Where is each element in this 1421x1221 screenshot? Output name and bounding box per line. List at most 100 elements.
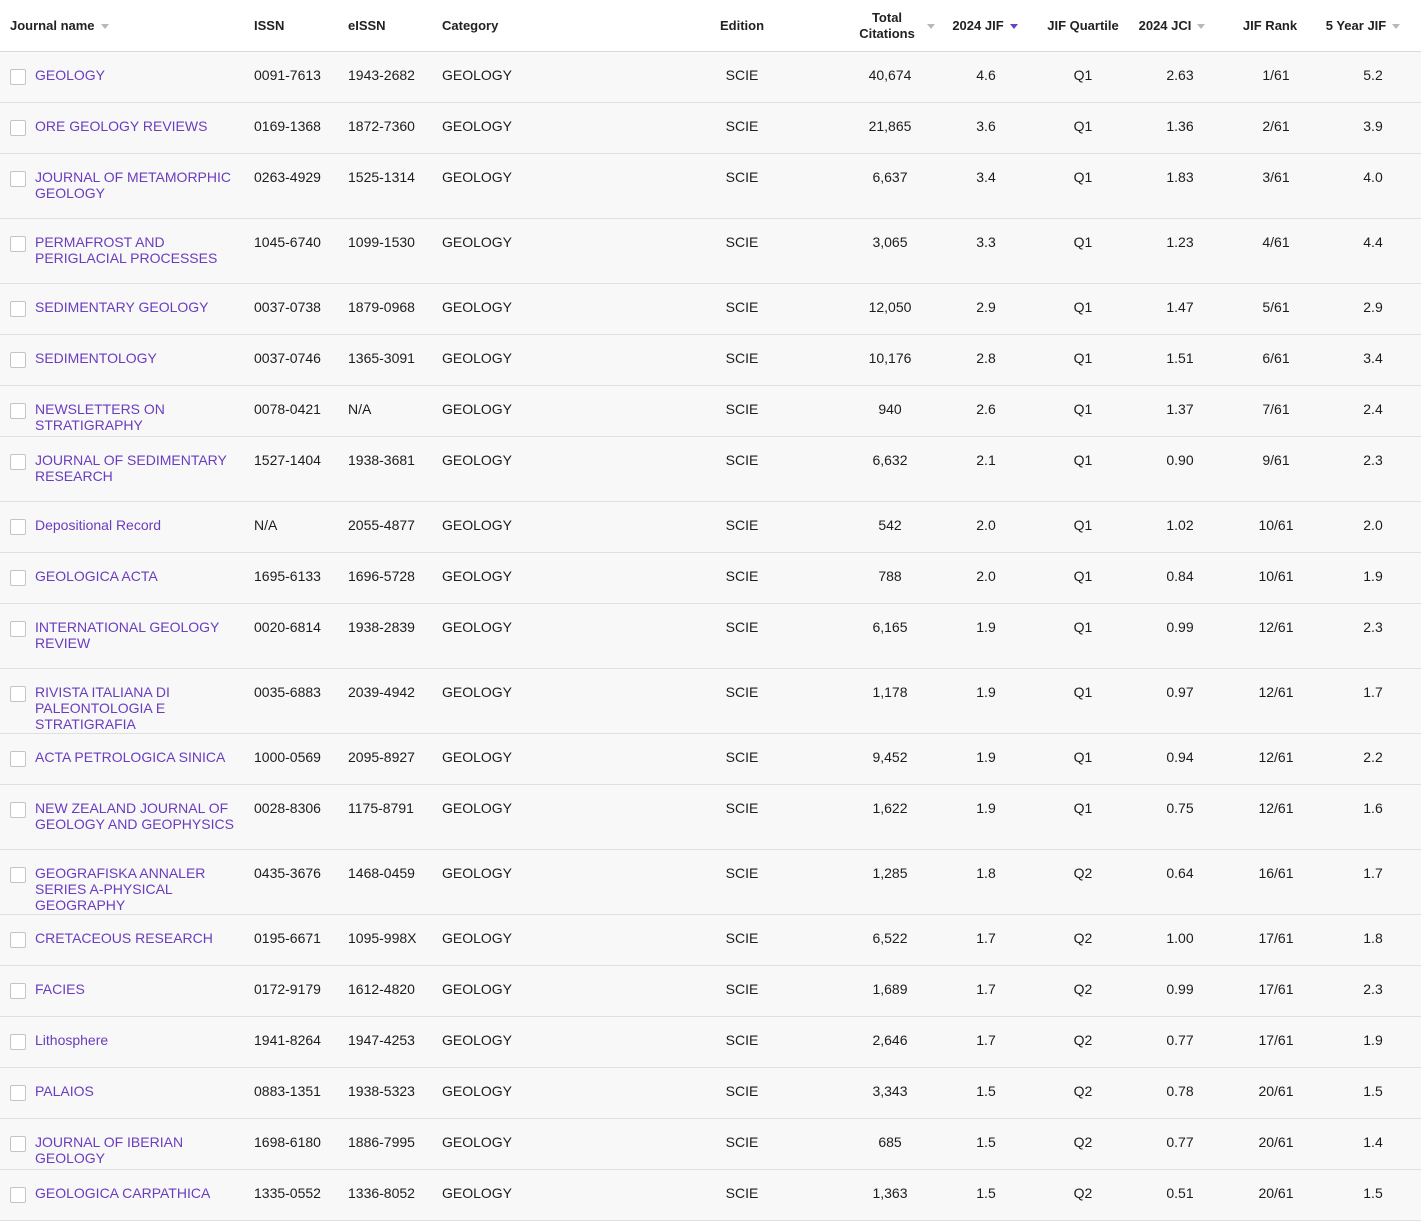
journal-name-link[interactable]: GEOLOGICA CARPATHICA	[35, 1185, 253, 1201]
row-select-checkbox[interactable]	[10, 686, 26, 702]
jif-rank-cell: 5/61	[1262, 299, 1290, 315]
row-select-checkbox[interactable]	[10, 1085, 26, 1101]
journal-name-link[interactable]: NEW ZEALAND JOURNAL OF GEOLOGY AND GEOPH…	[35, 800, 253, 832]
jif-cell: 1.5	[976, 1185, 996, 1201]
jif-cell: 4.6	[976, 67, 996, 83]
issn-cell: 0037-0746	[254, 350, 321, 366]
row-select-checkbox[interactable]	[10, 120, 26, 136]
row-select-checkbox[interactable]	[10, 236, 26, 252]
journal-name-link[interactable]: ORE GEOLOGY REVIEWS	[35, 118, 253, 134]
col-total-citations-label: Total Citations	[859, 10, 915, 42]
col-jif-header[interactable]: 2024 JIF	[944, 0, 1026, 52]
row-select-checkbox[interactable]	[10, 751, 26, 767]
sort-caret-icon	[1197, 23, 1206, 29]
row-select-checkbox[interactable]	[10, 454, 26, 470]
row-select-checkbox[interactable]	[10, 69, 26, 85]
category-cell: GEOLOGY	[442, 1185, 513, 1201]
eissn-cell: 2095-8927	[348, 749, 415, 765]
category-cell: GEOLOGY	[442, 930, 513, 946]
jci-cell: 0.75	[1166, 800, 1194, 816]
col-category-header: Category	[442, 0, 498, 52]
jci-cell: 0.64	[1166, 865, 1194, 881]
jif-rank-cell: 3/61	[1262, 169, 1290, 185]
issn-cell: 1941-8264	[254, 1032, 321, 1048]
row-select-checkbox[interactable]	[10, 171, 26, 187]
row-select-checkbox[interactable]	[10, 802, 26, 818]
journal-name-link[interactable]: SEDIMENTOLOGY	[35, 350, 253, 366]
total-citations-cell: 1,178	[872, 684, 908, 700]
row-select-checkbox[interactable]	[10, 403, 26, 419]
total-citations-cell: 21,865	[868, 118, 912, 134]
five-year-jif-cell: 2.3	[1363, 452, 1383, 468]
journal-name-link[interactable]: NEWSLETTERS ON STRATIGRAPHY	[35, 401, 253, 433]
total-citations-cell: 6,632	[872, 452, 908, 468]
category-cell: GEOLOGY	[442, 299, 513, 315]
row-select-checkbox[interactable]	[10, 932, 26, 948]
five-year-jif-cell: 2.3	[1363, 981, 1383, 997]
edition-cell: SCIE	[725, 800, 759, 816]
table-row: GEOLOGICA ACTA 1695-6133 1696-5728 GEOLOGY S…	[0, 553, 1421, 604]
journal-name-link[interactable]: GEOLOGICA ACTA	[35, 568, 253, 584]
issn-cell: 1045-6740	[254, 234, 321, 250]
sort-caret-icon	[100, 23, 109, 29]
total-citations-cell: 6,165	[872, 619, 908, 635]
journal-name-link[interactable]: PERMAFROST AND PERIGLACIAL PROCESSES	[35, 234, 253, 266]
row-select-checkbox[interactable]	[10, 983, 26, 999]
journal-name-link[interactable]: PALAIOS	[35, 1083, 253, 1099]
journal-name-link[interactable]: Depositional Record	[35, 517, 253, 533]
row-select-checkbox[interactable]	[10, 1187, 26, 1203]
journal-name-link[interactable]: RIVISTA ITALIANA DI PALEONTOLOGIA E STRA…	[35, 684, 253, 732]
row-select-checkbox[interactable]	[10, 301, 26, 317]
five-year-jif-cell: 4.0	[1363, 169, 1383, 185]
row-select-checkbox[interactable]	[10, 621, 26, 637]
col-five-year-jif-header[interactable]: 5 Year JIF	[1318, 0, 1408, 52]
five-year-jif-cell: 1.4	[1363, 1134, 1383, 1150]
table-body: GEOLOGY 0091-7613 1943-2682 GEOLOGY SCIE 40,6…	[0, 52, 1421, 1221]
journal-name-link[interactable]: INTERNATIONAL GEOLOGY REVIEW	[35, 619, 253, 651]
journal-name-link[interactable]: GEOGRAFISKA ANNALER SERIES A-PHYSICAL GE…	[35, 865, 253, 913]
total-citations-cell: 3,343	[872, 1083, 908, 1099]
table-row: JOURNAL OF SEDIMENTARY RESEARCH 1527-1404…	[0, 437, 1421, 502]
jif-quartile-cell: Q1	[1073, 800, 1093, 816]
eissn-cell: 1468-0459	[348, 865, 415, 881]
edition-cell: SCIE	[725, 930, 759, 946]
jci-cell: 1.51	[1166, 350, 1194, 366]
journal-name-link[interactable]: JOURNAL OF IBERIAN GEOLOGY	[35, 1134, 253, 1166]
col-total-citations-header[interactable]: Total Citations	[842, 0, 952, 52]
col-jci-header[interactable]: 2024 JCI	[1130, 0, 1214, 52]
journal-name-link[interactable]: Lithosphere	[35, 1032, 253, 1048]
jif-cell: 3.6	[976, 118, 996, 134]
row-select-checkbox[interactable]	[10, 352, 26, 368]
jif-quartile-cell: Q1	[1073, 517, 1093, 533]
eissn-cell: 1938-5323	[348, 1083, 415, 1099]
row-select-checkbox[interactable]	[10, 1034, 26, 1050]
eissn-cell: 1947-4253	[348, 1032, 415, 1048]
row-select-checkbox[interactable]	[10, 570, 26, 586]
jif-rank-cell: 12/61	[1258, 749, 1294, 765]
row-select-checkbox[interactable]	[10, 1136, 26, 1152]
total-citations-cell: 685	[878, 1134, 902, 1150]
journal-name-link[interactable]: GEOLOGY	[35, 67, 253, 83]
journal-name-link[interactable]: SEDIMENTARY GEOLOGY	[35, 299, 253, 315]
jif-rank-cell: 9/61	[1262, 452, 1290, 468]
row-select-checkbox[interactable]	[10, 519, 26, 535]
edition-cell: SCIE	[725, 517, 759, 533]
journal-name-link[interactable]: ACTA PETROLOGICA SINICA	[35, 749, 253, 765]
table-row: INTERNATIONAL GEOLOGY REVIEW 0020-6814 193…	[0, 604, 1421, 669]
edition-cell: SCIE	[725, 299, 759, 315]
journal-name-link[interactable]: JOURNAL OF METAMORPHIC GEOLOGY	[35, 169, 253, 201]
edition-cell: SCIE	[725, 234, 759, 250]
journal-name-link[interactable]: FACIES	[35, 981, 253, 997]
journal-name-link[interactable]: CRETACEOUS RESEARCH	[35, 930, 253, 946]
five-year-jif-cell: 3.9	[1363, 118, 1383, 134]
jif-rank-cell: 12/61	[1258, 619, 1294, 635]
row-select-checkbox[interactable]	[10, 867, 26, 883]
journal-name-link[interactable]: JOURNAL OF SEDIMENTARY RESEARCH	[35, 452, 253, 484]
five-year-jif-cell: 1.8	[1363, 930, 1383, 946]
col-journal-name-header[interactable]: Journal name	[10, 0, 109, 52]
table-row: Lithosphere 1941-8264 1947-4253 GEOLOGY SCIE…	[0, 1017, 1421, 1068]
jci-cell: 0.99	[1166, 619, 1194, 635]
edition-cell: SCIE	[725, 568, 759, 584]
table-row: SEDIMENTOLOGY 0037-0746 1365-3091 GEOLOGY SC…	[0, 335, 1421, 386]
five-year-jif-cell: 1.5	[1363, 1185, 1383, 1201]
